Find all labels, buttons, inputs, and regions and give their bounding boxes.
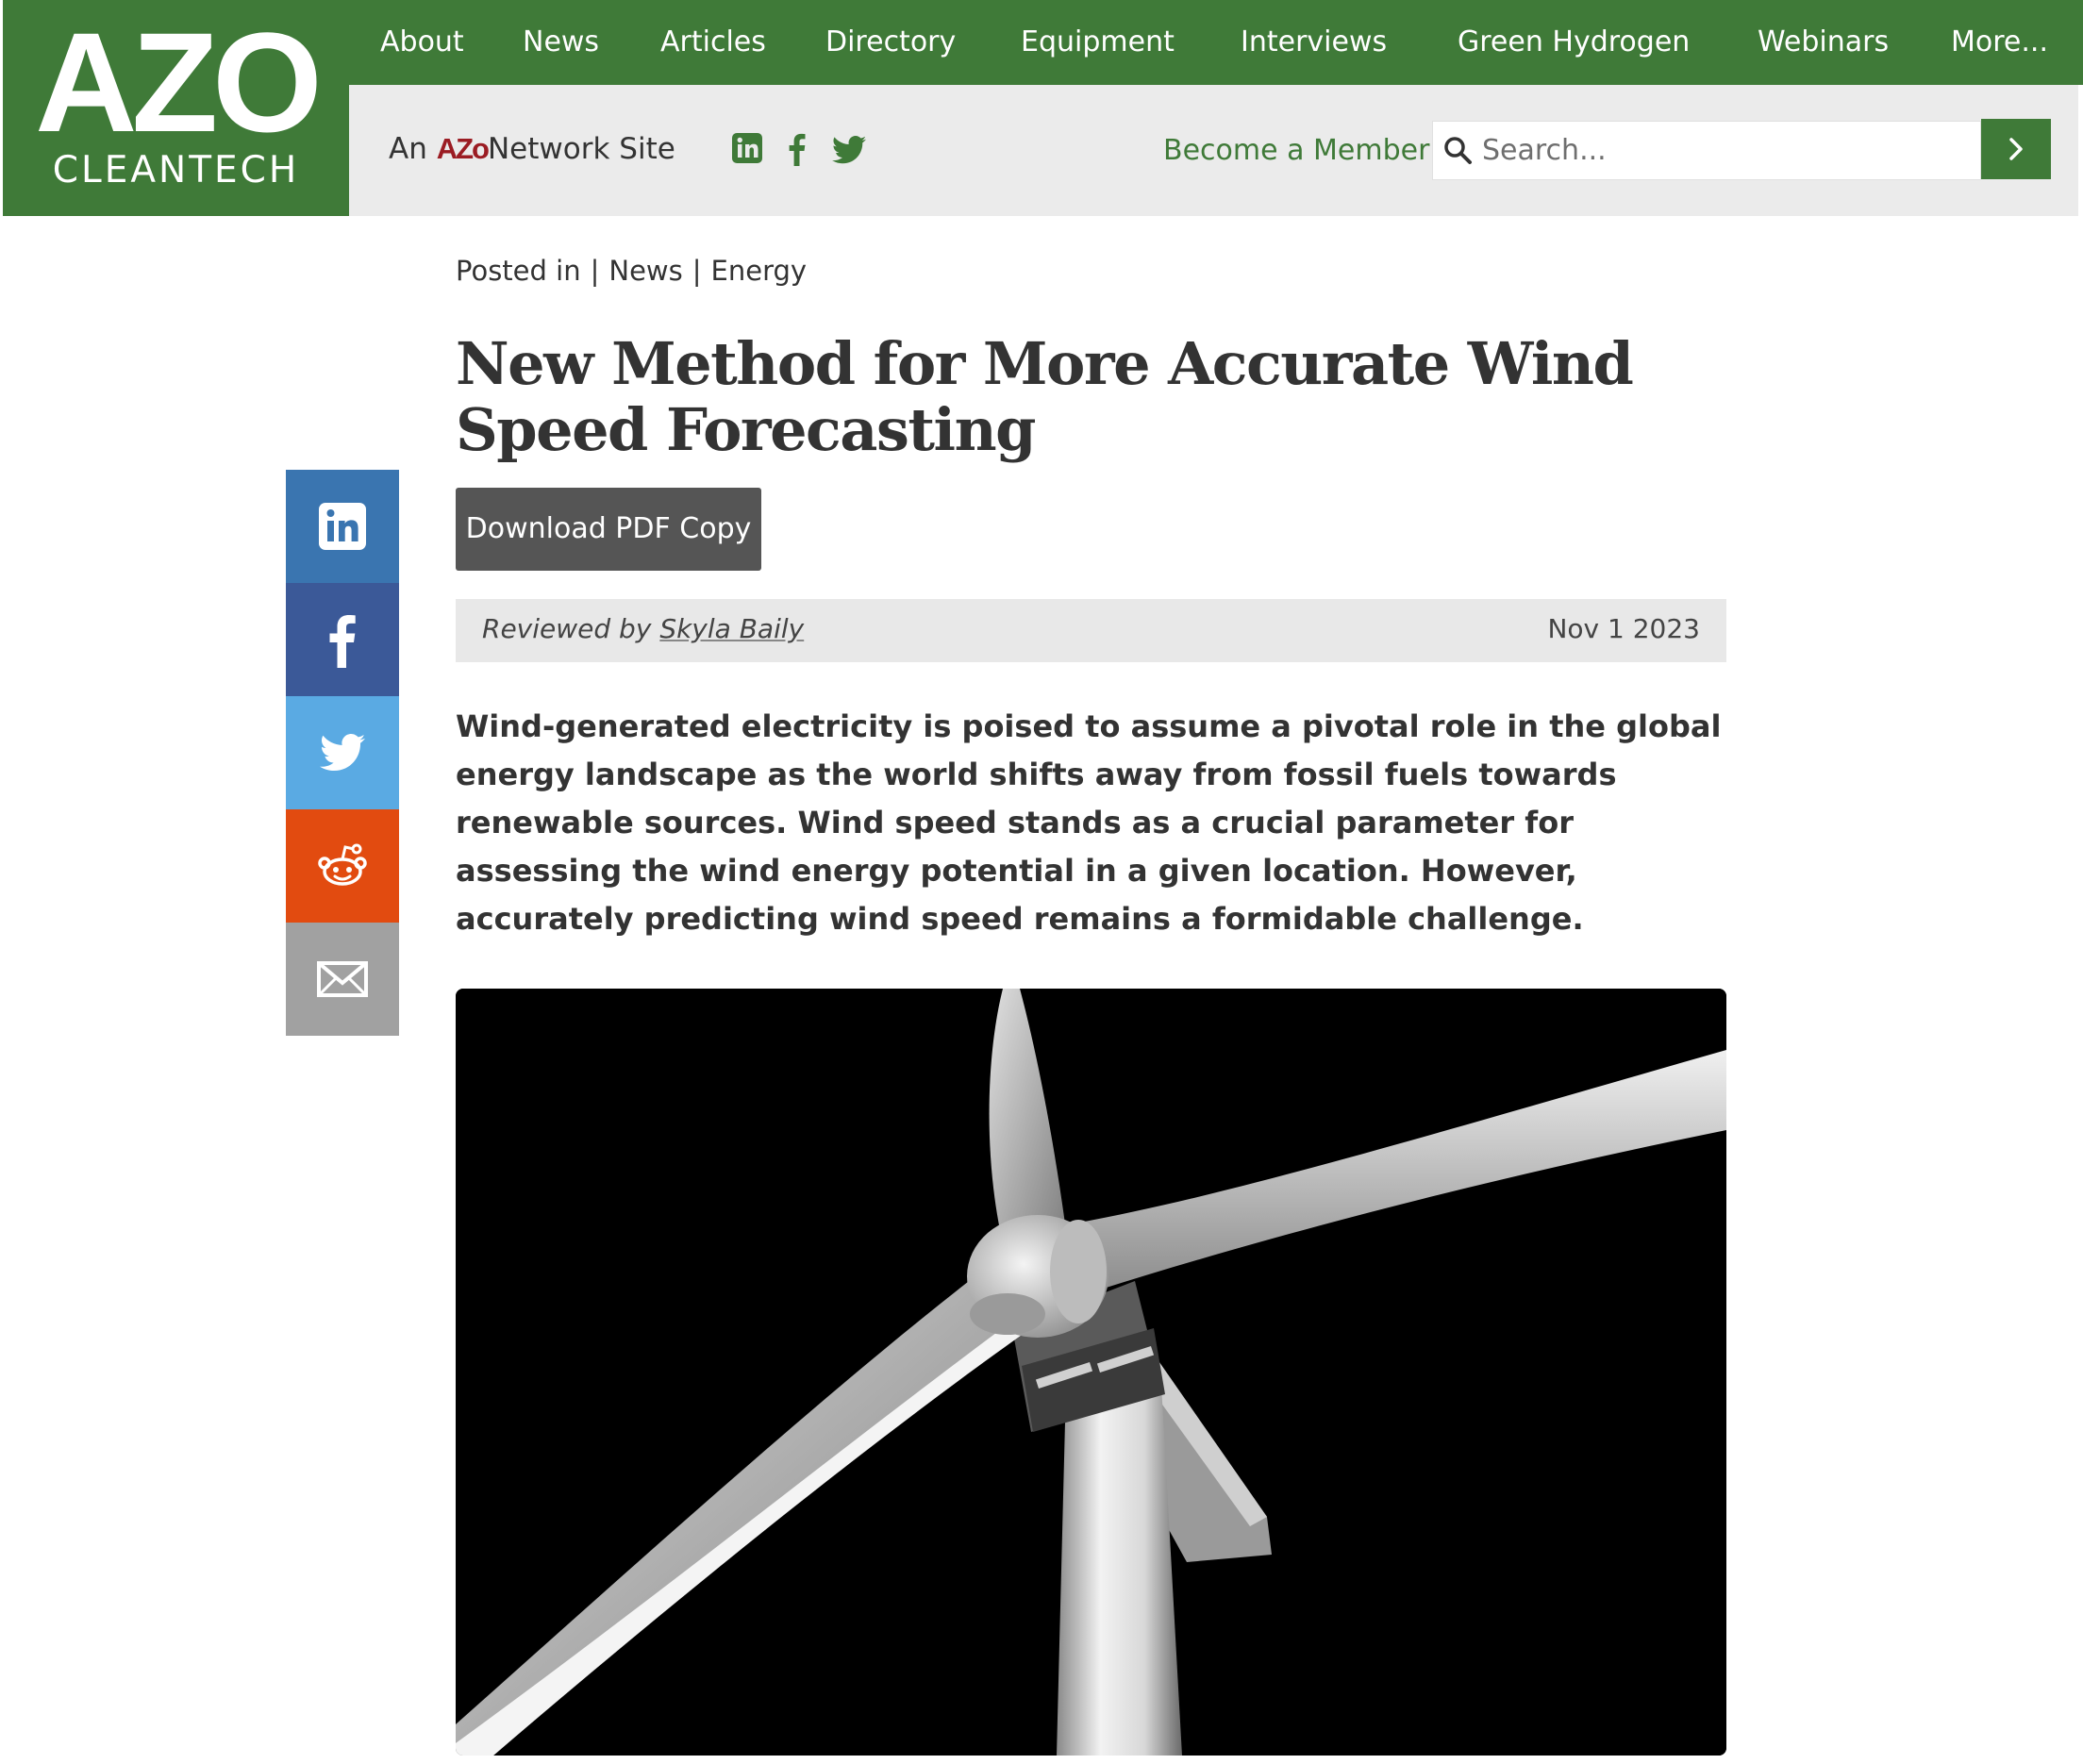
nav-equipment[interactable]: Equipment xyxy=(1021,0,1175,85)
share-twitter-button[interactable] xyxy=(286,696,399,809)
sub-header: An AZoNetwork Site Become a Member xyxy=(349,85,2078,216)
twitter-icon[interactable] xyxy=(832,132,868,166)
nav-news[interactable]: News xyxy=(523,0,599,85)
reviewed-by-label: Reviewed by xyxy=(482,613,652,644)
search-icon xyxy=(1442,135,1475,167)
nav-articles[interactable]: Articles xyxy=(660,0,766,85)
download-pdf-button[interactable]: Download PDF Copy xyxy=(456,488,761,571)
search-submit-button[interactable] xyxy=(1981,119,2051,179)
nav-webinars[interactable]: Webinars xyxy=(1758,0,1889,85)
network-suffix: Site xyxy=(619,132,675,166)
nav-more[interactable]: More... xyxy=(1951,0,2048,85)
share-linkedin-button[interactable] xyxy=(286,470,399,583)
network-brand: AZo xyxy=(436,132,490,165)
nav-about[interactable]: About xyxy=(380,0,464,85)
linkedin-icon[interactable] xyxy=(731,132,765,166)
reviewed-by: Reviewed by Skyla Baily xyxy=(482,613,804,644)
site-logo[interactable]: AZO CLEANTECH xyxy=(3,0,349,216)
category-news-link[interactable]: News xyxy=(608,255,682,287)
review-bar: Reviewed by Skyla Baily Nov 1 2023 xyxy=(456,599,1726,662)
nav-green-hydrogen[interactable]: Green Hydrogen xyxy=(1458,0,1690,85)
article-lead: Wind-generated electricity is poised to … xyxy=(456,708,1722,937)
nav-directory[interactable]: Directory xyxy=(825,0,956,85)
nav-interviews[interactable]: Interviews xyxy=(1241,0,1387,85)
network-prefix: An xyxy=(389,132,427,166)
logo-subtitle: CLEANTECH xyxy=(52,149,300,191)
publish-date: Nov 1 2023 xyxy=(1547,613,1700,644)
share-reddit-button[interactable] xyxy=(286,809,399,923)
top-navigation: About News Articles Directory Equipment … xyxy=(349,0,2083,85)
breadcrumb-separator: | xyxy=(590,255,600,287)
breadcrumb: Posted in | News | Energy xyxy=(456,255,807,287)
category-energy-link[interactable]: Energy xyxy=(711,255,808,287)
share-email-button[interactable] xyxy=(286,923,399,1036)
share-facebook-button[interactable] xyxy=(286,583,399,696)
search-input[interactable] xyxy=(1482,122,1973,179)
network-tagline[interactable]: An AZoNetwork Site xyxy=(389,132,675,166)
breadcrumb-separator: | xyxy=(692,255,702,287)
logo-wordmark: AZO xyxy=(35,3,323,161)
posted-in-label: Posted in xyxy=(456,255,581,287)
article-hero-image xyxy=(456,989,1726,1756)
reviewer-link[interactable]: Skyla Baily xyxy=(659,613,804,644)
network-name: Network xyxy=(487,132,610,166)
facebook-icon[interactable] xyxy=(781,132,815,166)
search-box xyxy=(1432,121,1981,180)
become-member-link[interactable]: Become a Member xyxy=(1163,134,1429,167)
article-title: New Method for More Accurate Wind Speed … xyxy=(456,329,1634,464)
